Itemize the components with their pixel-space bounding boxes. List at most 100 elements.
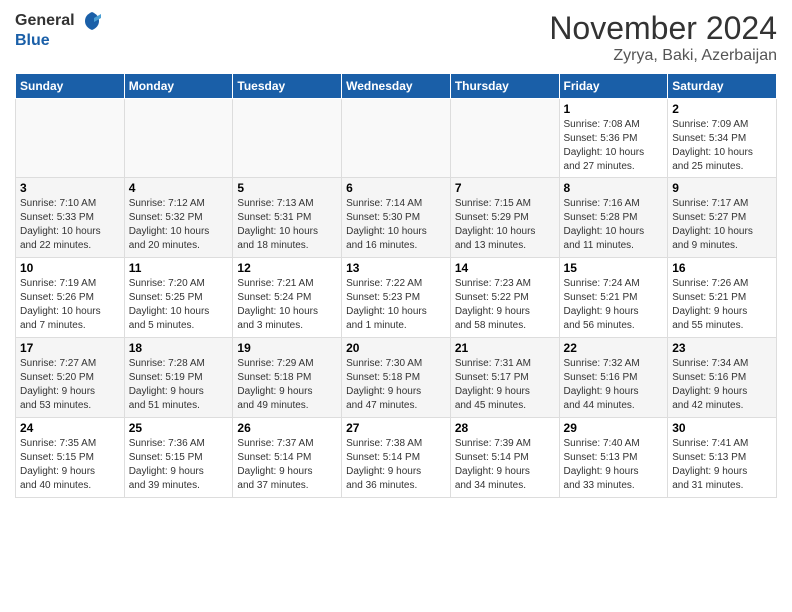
day-number: 26 xyxy=(237,421,337,435)
day-header-tuesday: Tuesday xyxy=(233,74,342,99)
day-cell-24: 24 Sunrise: 7:35 AM Sunset: 5:15 PM Dayli… xyxy=(16,418,125,498)
day-cell-19: 19Sunrise: 7:29 AM Sunset: 5:18 PM Dayli… xyxy=(233,338,342,418)
day-number: 23 xyxy=(672,341,772,355)
day-cell-1: 1 Sunrise: 7:08 AM Sunset: 5:36 PM Daylig… xyxy=(559,99,668,178)
day-info: Sunrise: 7:14 AM Sunset: 5:30 PM Dayligh… xyxy=(346,197,446,253)
day-cell-16: 16 Sunrise: 7:26 AM Sunset: 5:21 PM Dayli… xyxy=(668,258,777,338)
day-info: Sunrise: 7:22 AM Sunset: 5:23 PM Dayligh… xyxy=(346,277,446,333)
day-number: 29 xyxy=(564,421,664,435)
day-cell-empty-2 xyxy=(233,99,342,178)
day-number: 14 xyxy=(455,261,555,275)
day-number: 13 xyxy=(346,261,446,275)
day-number: 4 xyxy=(129,181,229,195)
day-number: 20 xyxy=(346,341,446,355)
day-number: 22 xyxy=(564,341,664,355)
day-info: Sunrise: 7:13 AM Sunset: 5:31 PM Dayligh… xyxy=(237,197,337,253)
day-cell-28: 28 Sunrise: 7:39 AM Sunset: 5:14 PM Dayli… xyxy=(450,418,559,498)
day-info: Sunrise: 7:26 AM Sunset: 5:21 PM Dayligh… xyxy=(672,277,772,333)
day-info: Sunrise: 7:20 AM Sunset: 5:25 PM Dayligh… xyxy=(129,277,229,333)
day-info: Sunrise: 7:32 AM Sunset: 5:16 PM Dayligh… xyxy=(564,357,664,413)
day-cell-7: 7 Sunrise: 7:15 AM Sunset: 5:29 PM Daylig… xyxy=(450,178,559,258)
week-row-4: 24 Sunrise: 7:35 AM Sunset: 5:15 PM Dayli… xyxy=(16,418,777,498)
day-number: 17 xyxy=(20,341,120,355)
day-number: 24 xyxy=(20,421,120,435)
day-cell-2: 2Sunrise: 7:09 AM Sunset: 5:34 PM Daylig… xyxy=(668,99,777,178)
day-cell-30: 30Sunrise: 7:41 AM Sunset: 5:13 PM Dayli… xyxy=(668,418,777,498)
day-cell-26: 26 Sunrise: 7:37 AM Sunset: 5:14 PM Dayli… xyxy=(233,418,342,498)
day-cell-20: 20 Sunrise: 7:30 AM Sunset: 5:18 PM Dayli… xyxy=(342,338,451,418)
day-info: Sunrise: 7:21 AM Sunset: 5:24 PM Dayligh… xyxy=(237,277,337,333)
day-info: Sunrise: 7:27 AM Sunset: 5:20 PM Dayligh… xyxy=(20,357,120,413)
logo-icon xyxy=(81,10,103,32)
day-number: 28 xyxy=(455,421,555,435)
day-header-friday: Friday xyxy=(559,74,668,99)
day-info: Sunrise: 7:38 AM Sunset: 5:14 PM Dayligh… xyxy=(346,437,446,493)
day-header-thursday: Thursday xyxy=(450,74,559,99)
day-info: Sunrise: 7:15 AM Sunset: 5:29 PM Dayligh… xyxy=(455,197,555,253)
logo-text: General Blue xyxy=(15,10,103,50)
month-title: November 2024 xyxy=(549,10,777,47)
day-info: Sunrise: 7:29 AM Sunset: 5:18 PM Dayligh… xyxy=(237,357,337,413)
week-row-1: 3Sunrise: 7:10 AM Sunset: 5:33 PM Daylig… xyxy=(16,178,777,258)
location: Zyrya, Baki, Azerbaijan xyxy=(549,47,777,65)
day-number: 16 xyxy=(672,261,772,275)
day-cell-empty-1 xyxy=(124,99,233,178)
day-info: Sunrise: 7:28 AM Sunset: 5:19 PM Dayligh… xyxy=(129,357,229,413)
day-header-monday: Monday xyxy=(124,74,233,99)
day-info: Sunrise: 7:16 AM Sunset: 5:28 PM Dayligh… xyxy=(564,197,664,253)
day-number: 12 xyxy=(237,261,337,275)
day-info: Sunrise: 7:34 AM Sunset: 5:16 PM Dayligh… xyxy=(672,357,772,413)
day-number: 21 xyxy=(455,341,555,355)
day-cell-11: 11 Sunrise: 7:20 AM Sunset: 5:25 PM Dayli… xyxy=(124,258,233,338)
day-cell-10: 10 Sunrise: 7:19 AM Sunset: 5:26 PM Dayli… xyxy=(16,258,125,338)
day-info: Sunrise: 7:39 AM Sunset: 5:14 PM Dayligh… xyxy=(455,437,555,493)
day-cell-4: 4 Sunrise: 7:12 AM Sunset: 5:32 PM Daylig… xyxy=(124,178,233,258)
day-cell-15: 15 Sunrise: 7:24 AM Sunset: 5:21 PM Dayli… xyxy=(559,258,668,338)
day-cell-25: 25 Sunrise: 7:36 AM Sunset: 5:15 PM Dayli… xyxy=(124,418,233,498)
day-number: 11 xyxy=(129,261,229,275)
day-number: 7 xyxy=(455,181,555,195)
day-number: 3 xyxy=(20,181,120,195)
week-row-2: 10 Sunrise: 7:19 AM Sunset: 5:26 PM Dayli… xyxy=(16,258,777,338)
day-cell-23: 23 Sunrise: 7:34 AM Sunset: 5:16 PM Dayli… xyxy=(668,338,777,418)
day-cell-3: 3Sunrise: 7:10 AM Sunset: 5:33 PM Daylig… xyxy=(16,178,125,258)
day-info: Sunrise: 7:40 AM Sunset: 5:13 PM Dayligh… xyxy=(564,437,664,493)
day-info: Sunrise: 7:08 AM Sunset: 5:36 PM Dayligh… xyxy=(564,118,664,174)
day-info: Sunrise: 7:36 AM Sunset: 5:15 PM Dayligh… xyxy=(129,437,229,493)
day-info: Sunrise: 7:09 AM Sunset: 5:34 PM Dayligh… xyxy=(672,118,772,174)
day-info: Sunrise: 7:37 AM Sunset: 5:14 PM Dayligh… xyxy=(237,437,337,493)
day-info: Sunrise: 7:12 AM Sunset: 5:32 PM Dayligh… xyxy=(129,197,229,253)
day-cell-17: 17 Sunrise: 7:27 AM Sunset: 5:20 PM Dayli… xyxy=(16,338,125,418)
day-info: Sunrise: 7:23 AM Sunset: 5:22 PM Dayligh… xyxy=(455,277,555,333)
day-info: Sunrise: 7:19 AM Sunset: 5:26 PM Dayligh… xyxy=(20,277,120,333)
day-number: 6 xyxy=(346,181,446,195)
day-number: 25 xyxy=(129,421,229,435)
day-cell-empty-4 xyxy=(450,99,559,178)
day-cell-13: 13 Sunrise: 7:22 AM Sunset: 5:23 PM Dayli… xyxy=(342,258,451,338)
day-number: 1 xyxy=(564,102,664,116)
day-info: Sunrise: 7:41 AM Sunset: 5:13 PM Dayligh… xyxy=(672,437,772,493)
day-header-sunday: Sunday xyxy=(16,74,125,99)
day-number: 10 xyxy=(20,261,120,275)
day-cell-18: 18Sunrise: 7:28 AM Sunset: 5:19 PM Dayli… xyxy=(124,338,233,418)
day-cell-29: 29 Sunrise: 7:40 AM Sunset: 5:13 PM Dayli… xyxy=(559,418,668,498)
day-cell-empty-0 xyxy=(16,99,125,178)
day-cell-9: 9Sunrise: 7:17 AM Sunset: 5:27 PM Daylig… xyxy=(668,178,777,258)
day-number: 15 xyxy=(564,261,664,275)
title-section: November 2024 Zyrya, Baki, Azerbaijan xyxy=(549,10,777,65)
day-info: Sunrise: 7:24 AM Sunset: 5:21 PM Dayligh… xyxy=(564,277,664,333)
day-cell-5: 5 Sunrise: 7:13 AM Sunset: 5:31 PM Daylig… xyxy=(233,178,342,258)
day-number: 5 xyxy=(237,181,337,195)
day-cell-6: 6 Sunrise: 7:14 AM Sunset: 5:30 PM Daylig… xyxy=(342,178,451,258)
page-header: General Blue November 2024 Zyrya, Baki, … xyxy=(15,10,777,65)
logo: General Blue xyxy=(15,10,103,50)
header-row: SundayMondayTuesdayWednesdayThursdayFrid… xyxy=(16,74,777,99)
day-info: Sunrise: 7:35 AM Sunset: 5:15 PM Dayligh… xyxy=(20,437,120,493)
day-info: Sunrise: 7:30 AM Sunset: 5:18 PM Dayligh… xyxy=(346,357,446,413)
day-cell-27: 27Sunrise: 7:38 AM Sunset: 5:14 PM Dayli… xyxy=(342,418,451,498)
day-number: 9 xyxy=(672,181,772,195)
week-row-3: 17 Sunrise: 7:27 AM Sunset: 5:20 PM Dayli… xyxy=(16,338,777,418)
day-cell-8: 8 Sunrise: 7:16 AM Sunset: 5:28 PM Daylig… xyxy=(559,178,668,258)
calendar-table: SundayMondayTuesdayWednesdayThursdayFrid… xyxy=(15,73,777,498)
day-number: 8 xyxy=(564,181,664,195)
